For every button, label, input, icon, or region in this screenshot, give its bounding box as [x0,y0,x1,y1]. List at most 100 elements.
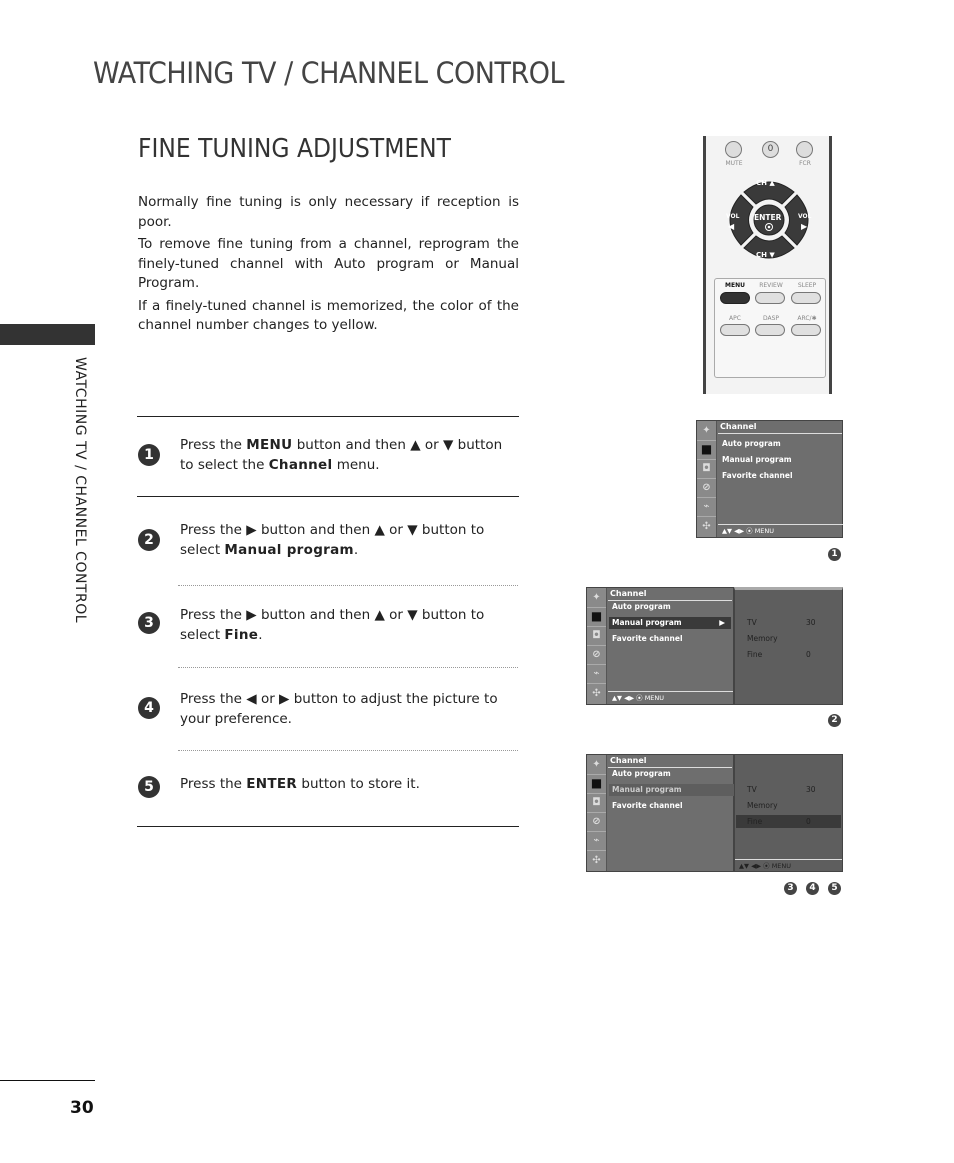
sleep-button [791,292,821,304]
sleep-label: SLEEP [797,282,817,289]
osd-item-manual-program-active: Manual program [609,784,736,796]
submenu-label-tv: TV [747,618,757,627]
submenu-label-tv: TV [747,785,757,794]
remote-lower-panel: MENU REVIEW SLEEP APC DASP ARC/✱ [714,278,826,378]
step-number: 3 [138,612,160,634]
osd-submenu-2: TV 30 Memory Fine 0 [734,587,843,705]
step-marker: 1 [828,548,841,561]
lock-icon: ⌁ [593,668,600,679]
osd-screen-3: ✦ ■ ◘ ⊘ ⌁ ✣ Channel Auto program Manual … [586,754,736,872]
speaker-icon: ◘ [592,630,601,641]
fine-keyword: Fine [224,626,259,643]
apc-button [720,324,750,336]
submenu-value-tv: 30 [806,785,816,794]
manual-program-keyword: Manual program [224,541,354,558]
submenu-value-fine: 0 [806,817,811,826]
lock-icon: ⌁ [593,835,600,846]
antenna-icon: ✦ [592,759,601,770]
submenu-value-tv: 30 [806,618,816,627]
footer-rule [0,1080,95,1081]
intro-text: Normally fine tuning is only necessary i… [138,193,519,339]
osd-sidebar: ✦ ■ ◘ ⊘ ⌁ ✣ [697,421,717,537]
step-4-text: Press the ◀ or ▶ button to adjust the pi… [180,691,498,727]
osd-item-auto-program: Auto program [612,769,671,778]
clock-icon: ⊘ [592,649,601,660]
submenu-value-fine: 0 [806,650,811,659]
picture-icon: ■ [590,776,603,790]
fcr-label: FCR [799,160,811,167]
divider [137,416,519,417]
fcr-button [796,141,813,158]
section-title: FINE TUNING ADJUSTMENT [138,134,451,164]
osd-submenu-3: TV 30 Memory Fine 0 ▲▼ ◀▶ ⦿ MENU [734,754,843,872]
ch-up-label: CH ▲ [756,179,775,187]
step-3-text: Press the ▶ button and then ▲ or ▼ butto… [180,607,485,643]
step-2-text: Press the ▶ button and then ▲ or ▼ butto… [180,522,485,558]
vol-right-label: VOL [798,213,812,220]
clock-icon: ⊘ [702,482,711,493]
osd-item-auto-program: Auto program [612,602,671,611]
submenu-label-memory: Memory [747,634,778,643]
step-number: 1 [138,444,160,466]
vol-left-label: VOL [726,213,740,220]
osd-footer-hints: ▲▼ ◀▶ ⦿ MENU [608,691,733,704]
osd-item-favorite-channel: Favorite channel [612,801,683,810]
osd-title: Channel [608,588,732,601]
osd-item-favorite-channel: Favorite channel [722,471,793,480]
menu-label: MENU [725,282,745,289]
intro-paragraph-3: If a finely-tuned channel is memorized, … [138,297,519,334]
enter-keyword: ENTER [246,776,298,792]
step-marker: 4 [806,882,819,895]
osd-item-favorite-channel: Favorite channel [612,634,683,643]
picture-icon: ■ [590,609,603,623]
side-tab-marker [0,324,95,345]
osd-item-manual-program: Manual program [722,455,792,464]
osd-item-auto-program: Auto program [722,439,781,448]
zero-button: 0 [762,141,779,158]
lock-icon: ⌁ [703,501,710,512]
osd-title: Channel [608,755,732,768]
osd-sidebar: ✦ ■ ◘ ⊘ ⌁ ✣ [587,755,607,871]
right-arrow-icon: ▶ [719,618,725,627]
step-number: 5 [138,776,160,798]
vol-right-arrow-icon: ▶ [801,222,808,231]
step-marker: 2 [828,714,841,727]
side-chapter-label: WATCHING TV / CHANNEL CONTROL [72,357,88,624]
review-label: REVIEW [759,282,783,289]
step-number: 2 [138,529,160,551]
osd-sidebar: ✦ ■ ◘ ⊘ ⌁ ✣ [587,588,607,704]
arc-label: ARC/✱ [797,315,817,322]
speaker-icon: ◘ [592,797,601,808]
step-number: 4 [138,697,160,719]
step-marker: 5 [828,882,841,895]
step-1-text: Press the MENU button and then ▲ or ▼ bu… [180,437,503,473]
intro-paragraph-1: Normally fine tuning is only necessary i… [138,194,519,230]
osd-footer-hints: ▲▼ ◀▶ ⦿ MENU [718,524,843,537]
mute-button [725,141,742,158]
ch-down-label: CH ▼ [756,251,775,259]
menu-keyword: MENU [246,437,293,453]
dasp-button [755,324,785,336]
submenu-label-fine: Fine [747,650,763,659]
channel-keyword: Channel [268,456,333,473]
page-number: 30 [70,1098,94,1118]
osd-footer-hints: ▲▼ ◀▶ ⦿ MENU [735,859,842,871]
antenna-icon: ✦ [592,592,601,603]
osd-screen-1: ✦ ■ ◘ ⊘ ⌁ ✣ Channel Auto program Manual … [696,420,843,538]
speaker-icon: ◘ [702,463,711,474]
remote-control-illustration: MUTE 0 FCR CH ▲ CH ▼ VOL ◀ VOL ▶ ENTER M… [703,136,832,394]
menu-button [720,292,750,304]
divider [137,496,519,497]
dotted-divider [178,667,518,668]
dotted-divider [178,750,518,751]
osd-screen-2: ✦ ■ ◘ ⊘ ⌁ ✣ Channel Auto program Manual … [586,587,734,705]
vol-left-key [729,194,754,246]
apc-label: APC [729,315,741,322]
intro-paragraph-2: To remove fine tuning from a channel, re… [138,236,519,291]
clock-icon: ⊘ [592,816,601,827]
submenu-label-fine: Fine [747,817,763,826]
option-icon: ✣ [592,855,601,866]
osd-title: Channel [718,421,842,434]
picture-icon: ■ [700,442,713,456]
dotted-divider [178,585,518,586]
